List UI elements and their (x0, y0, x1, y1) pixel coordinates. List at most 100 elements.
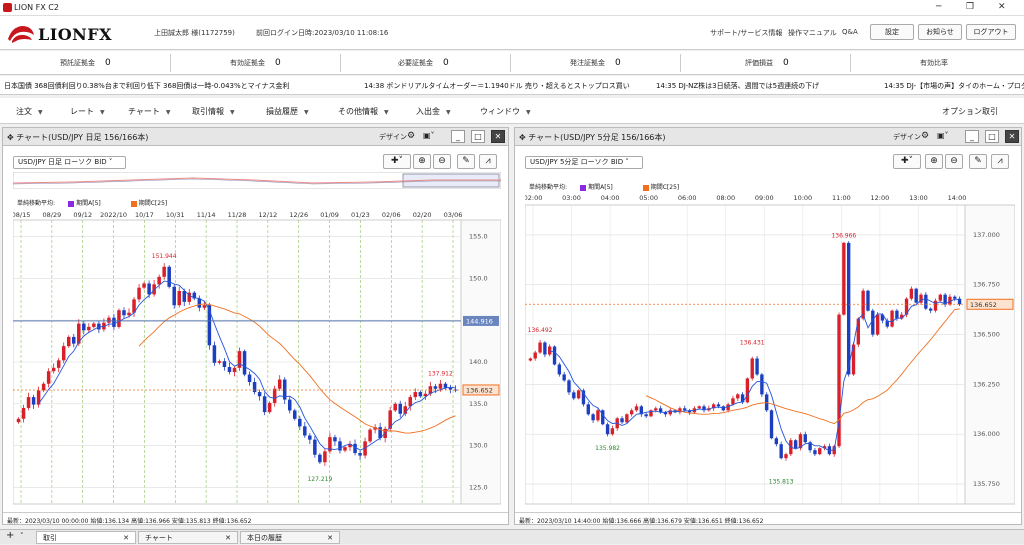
menu-options[interactable]: オプション取引 (942, 106, 998, 117)
chart-window-header[interactable]: ✥ チャート(USD/JPY 5分足 156/166本) デザイン ⚙ ▣˅ _… (515, 128, 1021, 146)
candle (562, 374, 566, 381)
draw-line-icon[interactable]: ✎ (969, 154, 987, 169)
5min-chart-plot[interactable]: 02:00 03:00 04:00 05:00 06:00 08:00 09:00 10:00… (525, 192, 1015, 508)
candle (745, 378, 750, 403)
candle (358, 453, 362, 456)
y-tick-label: 135.0 (469, 400, 488, 408)
y-tick-label: 130.0 (469, 442, 488, 450)
maximize-chart-button[interactable]: □ (471, 130, 485, 143)
restore-icon[interactable]: ❐ (966, 2, 974, 12)
price-annotation: 136.492 (528, 327, 553, 334)
candle (591, 414, 595, 421)
ticker-item[interactable]: 14:35 DJ-【市場の声】タイのホーム・プロダク (884, 81, 1024, 91)
margin-item: 有効比率 (920, 59, 948, 67)
menu-deposit[interactable]: 入出金 ▼ (416, 106, 451, 117)
news-ticker[interactable]: 日本国債 368回債利回り0.38%台まで利回り低下 368回債は一時-0.04… (0, 76, 1024, 95)
layout-icon[interactable]: ▣˅ (423, 131, 435, 140)
symbol-select[interactable]: USD/JPY 5分足 ローソク BID ˅ (525, 156, 643, 169)
candle (202, 305, 207, 308)
margin-item: 必要証拠金 0 (398, 58, 449, 68)
support-link[interactable]: サポート/サービス情報 (710, 28, 782, 38)
candle (909, 288, 914, 299)
daily-chart-plot[interactable]: 08/15 08/29 09/12 2022/10 10/17 10/31 11/14 11/… (13, 208, 501, 508)
design-label[interactable]: デザイン (893, 132, 921, 142)
minimize-icon[interactable]: ─ (936, 2, 941, 12)
overview-navigator[interactable] (13, 172, 501, 189)
menu-order[interactable]: 注文 ▼ (16, 106, 43, 117)
candle (418, 392, 423, 397)
menu-chart[interactable]: チャート ▼ (128, 106, 171, 117)
y-tick-label: 136.250 (973, 380, 1000, 388)
indicator-icon[interactable]: ⩘ (479, 154, 497, 169)
x-tick-label: 12/26 (289, 211, 308, 219)
notice-button[interactable]: お知らせ (918, 24, 962, 40)
chart-window-header[interactable]: ✥ チャート(USD/JPY 日足 156/166本) デザイン ⚙ ▣˅ _ … (3, 128, 508, 146)
symbol-select[interactable]: USD/JPY 日足 ローソク BID ˅ (13, 156, 126, 169)
candle (557, 364, 562, 375)
ma-a-label: 期間A[5] (76, 200, 101, 207)
minimize-chart-button[interactable]: _ (965, 130, 979, 143)
qa-link[interactable]: Q&A (842, 28, 858, 36)
gear-icon[interactable]: ⚙ (921, 131, 929, 141)
x-tick-label: 09:00 (755, 194, 774, 202)
margin-summary: 預託証拠金 0 有効証拠金 0 必要証拠金 0 発注証拠金 0 評価損益 0 有効比率 (0, 51, 1024, 75)
candle (117, 310, 121, 327)
crosshair-tool[interactable]: ✚˅ (383, 154, 411, 169)
x-tick-label: 14:00 (948, 194, 967, 202)
zoom-in-icon[interactable]: ⊕ (925, 154, 943, 169)
ticker-item[interactable]: 14:35 DJ-NZ株は3日続落、週間では5週連続の下げ (656, 81, 819, 91)
close-chart-button[interactable]: ✕ (1005, 130, 1019, 143)
tab-chart[interactable]: チャート ✕ (138, 531, 238, 544)
settings-button[interactable]: 設定 (870, 24, 914, 40)
candle (252, 382, 257, 393)
candle (448, 387, 453, 390)
menu-window[interactable]: ウィンドウ ▼ (480, 106, 531, 117)
menu-rate[interactable]: レート ▼ (70, 106, 105, 117)
zoom-out-icon[interactable]: ⊖ (945, 154, 963, 169)
candle (137, 287, 141, 300)
x-tick-label: 10:00 (793, 194, 812, 202)
zoom-out-icon[interactable]: ⊖ (433, 154, 451, 169)
ticker-item[interactable]: 日本国債 368回債利回り0.38%台まで利回り低下 368回債は一時-0.04… (4, 81, 290, 91)
candle (731, 398, 735, 405)
ticker-item[interactable]: 14:38 ポンドリアルタイムオーダー＝1.1940ドル 売り・超えるとストップ… (364, 81, 630, 91)
menu-trade-info[interactable]: 取引情報 ▼ (192, 106, 235, 117)
tab-history[interactable]: 本日の履歴 ✕ (240, 531, 340, 544)
close-chart-button[interactable]: ✕ (491, 130, 505, 143)
zoom-in-icon[interactable]: ⊕ (413, 154, 431, 169)
candle (818, 448, 822, 455)
maximize-chart-button[interactable]: □ (985, 130, 999, 143)
x-tick-label: 12/12 (258, 211, 277, 219)
candle (277, 379, 282, 389)
x-tick-label: 01/23 (351, 211, 370, 219)
x-tick-label: 11:00 (832, 194, 851, 202)
candle (287, 399, 292, 411)
candle (272, 388, 277, 403)
gear-icon[interactable]: ⚙ (407, 131, 415, 141)
minimize-chart-button[interactable]: _ (451, 130, 465, 143)
menu-pl-history[interactable]: 損益履歴 ▼ (266, 106, 309, 117)
price-axis (964, 204, 1015, 505)
chevron-down-icon: ▼ (230, 109, 235, 116)
draw-line-icon[interactable]: ✎ (457, 154, 475, 169)
tab-trade[interactable]: 取引 ✕ (36, 531, 136, 544)
candle (167, 266, 171, 287)
candle (634, 406, 639, 411)
candle (368, 429, 372, 442)
add-tab-icon[interactable]: + (6, 530, 14, 541)
candle (842, 242, 846, 315)
chevron-down-icon: ▼ (100, 109, 105, 116)
logout-button[interactable]: ログアウト (966, 24, 1016, 40)
chevron-down-icon[interactable]: ˅ (20, 532, 24, 540)
design-label[interactable]: デザイン (379, 132, 407, 142)
candle (576, 390, 581, 399)
manual-link[interactable]: 操作マニュアル (788, 28, 837, 38)
app-header: LIONFX 上田誠太郎 様(1172759) 前回ログイン日時:2023/03… (0, 16, 1024, 50)
chevron-down-icon: ▼ (446, 109, 451, 116)
layout-icon[interactable]: ▣˅ (937, 131, 949, 140)
close-icon[interactable]: ✕ (998, 2, 1006, 12)
indicator-icon[interactable]: ⩘ (991, 154, 1009, 169)
crosshair-tool[interactable]: ✚˅ (893, 154, 921, 169)
menu-other-info[interactable]: その他情報 ▼ (338, 106, 389, 117)
candle (107, 317, 111, 323)
